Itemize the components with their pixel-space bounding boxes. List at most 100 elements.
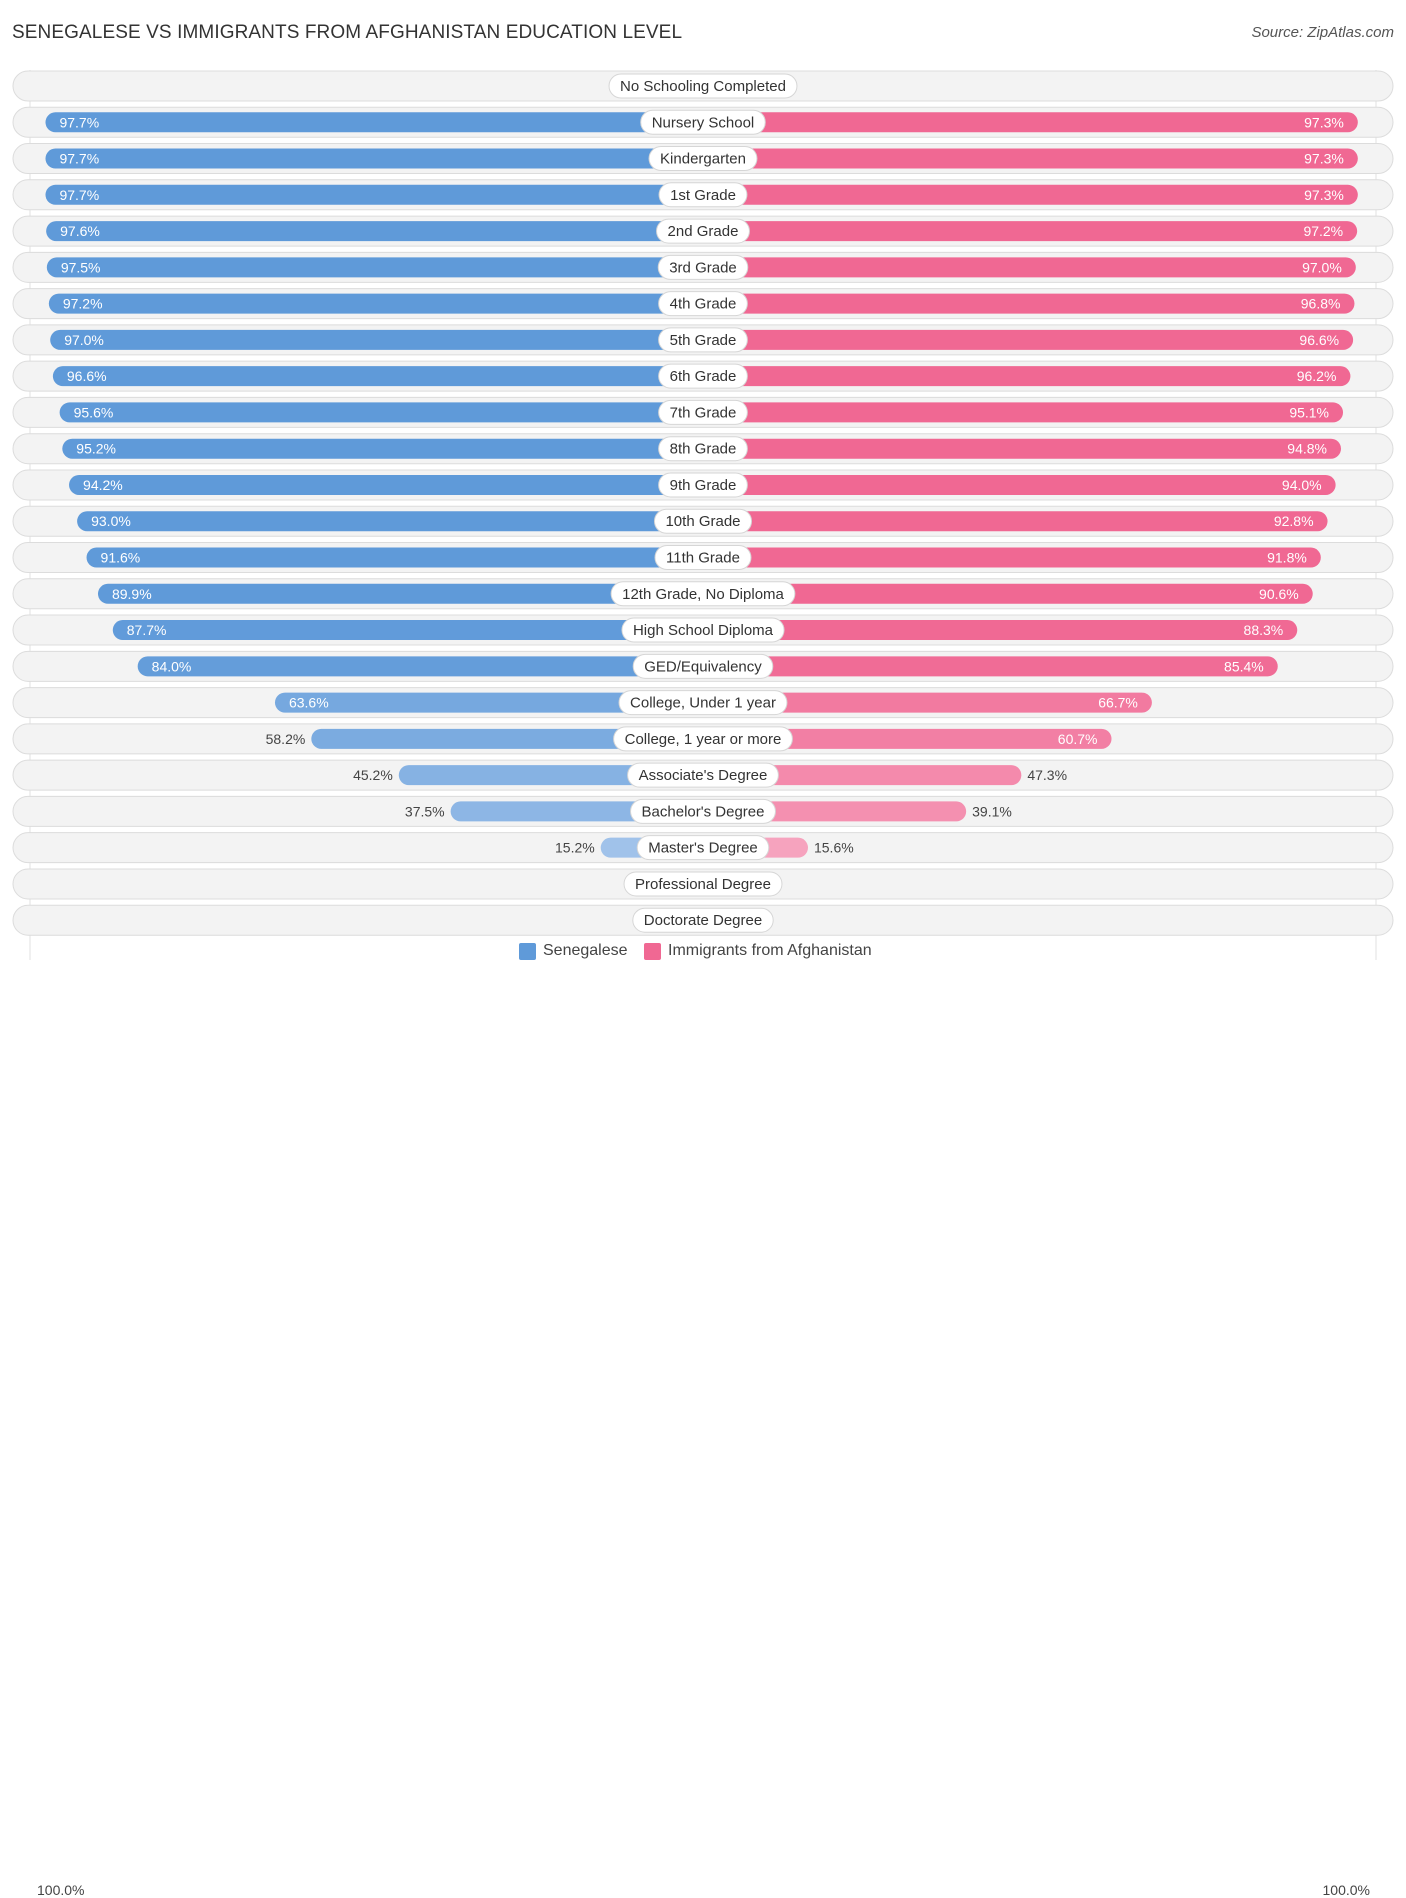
bar-afghanistan (703, 112, 1358, 133)
category-label: College, Under 1 year (630, 695, 776, 712)
bar-row: 84.0% 85.4% GED/Equivalency (12, 650, 1394, 682)
bar-row: 97.7% 97.3% Nursery School (12, 106, 1394, 138)
value-label-afghanistan: 88.3% (1244, 622, 1284, 638)
value-label-senegalese: 95.2% (76, 441, 116, 457)
bar-afghanistan (703, 511, 1328, 532)
bar-senegalese (48, 293, 704, 314)
value-label-afghanistan: 97.3% (1304, 187, 1344, 203)
category-label: Associate's Degree (639, 767, 768, 784)
legend-item-senegalese: Senegalese (519, 942, 628, 960)
bar-row: 94.2% 94.0% 9th Grade (12, 469, 1394, 501)
category-label: Kindergarten (660, 151, 746, 168)
value-label-senegalese: 97.6% (60, 223, 100, 239)
value-label-afghanistan: 97.0% (1302, 259, 1342, 275)
bar-row: 95.2% 94.8% 8th Grade (12, 433, 1394, 465)
bar-senegalese (46, 221, 704, 242)
bar-row: 37.5% 39.1% Bachelor's Degree (12, 795, 1394, 827)
value-label-senegalese: 15.2% (555, 840, 595, 856)
value-label-senegalese: 95.6% (74, 404, 114, 420)
bar-afghanistan (703, 329, 1354, 350)
category-label: High School Diploma (633, 622, 774, 639)
category-label: Professional Degree (635, 876, 771, 893)
bar-row: 63.6% 66.7% College, Under 1 year (12, 687, 1394, 719)
bar-row: 97.2% 96.8% 4th Grade (12, 288, 1394, 320)
bar-afghanistan (703, 438, 1342, 459)
category-label: 4th Grade (670, 296, 737, 313)
value-label-senegalese: 63.6% (289, 695, 329, 711)
value-label-senegalese: 97.2% (63, 296, 103, 312)
legend-swatch-senegalese (519, 942, 536, 960)
value-label-senegalese: 89.9% (112, 586, 152, 602)
value-label-afghanistan: 15.6% (814, 840, 854, 856)
value-label-afghanistan: 47.3% (1027, 767, 1067, 783)
bar-senegalese (59, 402, 703, 423)
category-label: Master's Degree (648, 840, 758, 857)
value-label-senegalese: 97.7% (59, 151, 99, 167)
bar-row: 87.7% 88.3% High School Diploma (12, 614, 1394, 646)
bar-senegalese (69, 474, 703, 495)
value-label-afghanistan: 60.7% (1058, 731, 1098, 747)
category-label: Doctorate Degree (644, 912, 762, 929)
value-label-senegalese: 58.2% (266, 731, 306, 747)
value-label-afghanistan: 94.0% (1282, 477, 1322, 493)
legend: 100.0% Senegalese Immigrants from Afghan… (0, 940, 1406, 1898)
bar-senegalese (62, 438, 703, 459)
bar-senegalese (50, 329, 703, 350)
value-label-afghanistan: 92.8% (1274, 513, 1314, 529)
bar-senegalese (45, 184, 703, 205)
bar-row: 97.0% 96.6% 5th Grade (12, 324, 1394, 356)
value-label-senegalese: 97.7% (59, 114, 99, 130)
value-label-senegalese: 97.0% (64, 332, 104, 348)
value-label-afghanistan: 94.8% (1287, 441, 1327, 457)
value-label-afghanistan: 91.8% (1267, 550, 1307, 566)
bar-senegalese (86, 547, 704, 568)
category-label: No Schooling Completed (620, 78, 786, 95)
axis-right-label: 100.0% (1322, 1882, 1370, 1898)
category-label: Bachelor's Degree (642, 803, 765, 820)
bar-row: 15.2% 15.6% Master's Degree (12, 832, 1394, 864)
bar-row: 4.6%4.5%Professional Degree (12, 868, 1394, 900)
bar-row: 89.9% 90.6% 12th Grade, No Diploma (12, 578, 1394, 610)
category-label: College, 1 year or more (625, 731, 782, 748)
value-label-senegalese: 94.2% (83, 477, 123, 493)
value-label-afghanistan: 90.6% (1259, 586, 1299, 602)
category-label: 2nd Grade (668, 223, 739, 240)
value-label-senegalese: 37.5% (405, 803, 445, 819)
category-label: GED/Equivalency (644, 658, 762, 675)
legend-item-afghanistan: Immigrants from Afghanistan (644, 942, 872, 960)
value-label-afghanistan: 97.3% (1304, 114, 1344, 130)
category-label: 10th Grade (665, 513, 740, 530)
diverging-bar-chart: 2.3%2.7%No Schooling Completed 97.7% 97.3%… (12, 70, 1394, 960)
value-label-senegalese: 45.2% (353, 767, 393, 783)
category-label: 3rd Grade (669, 259, 737, 276)
bar-senegalese (112, 620, 704, 641)
value-label-afghanistan: 97.3% (1304, 151, 1344, 167)
value-label-afghanistan: 95.1% (1289, 404, 1329, 420)
bar-row: 91.6% 91.8% 11th Grade (12, 542, 1394, 574)
bar-row: 97.6% 97.2% 2nd Grade (12, 215, 1394, 247)
bar-senegalese (45, 148, 703, 169)
category-label: 9th Grade (670, 477, 737, 494)
value-label-afghanistan: 96.8% (1301, 296, 1341, 312)
value-label-senegalese: 97.5% (61, 259, 101, 275)
bar-senegalese (45, 112, 703, 133)
bar-afghanistan (703, 620, 1298, 641)
category-label: 7th Grade (670, 404, 737, 421)
bar-afghanistan (703, 474, 1336, 495)
category-label: 5th Grade (670, 332, 737, 349)
category-label: 8th Grade (670, 441, 737, 458)
value-label-senegalese: 93.0% (91, 513, 131, 529)
value-label-afghanistan: 85.4% (1224, 658, 1264, 674)
value-label-senegalese: 87.7% (127, 622, 167, 638)
bar-row: 95.6% 95.1% 7th Grade (12, 396, 1394, 428)
value-label-senegalese: 96.6% (67, 368, 107, 384)
bar-row: 58.2% 60.7% College, 1 year or more (12, 723, 1394, 755)
bar-row: 97.5% 97.0% 3rd Grade (12, 251, 1394, 283)
bar-afghanistan (703, 221, 1358, 242)
bar-afghanistan (703, 257, 1356, 278)
bar-afghanistan (703, 366, 1351, 387)
category-label: 11th Grade (666, 550, 740, 567)
value-label-afghanistan: 97.2% (1303, 223, 1343, 239)
category-label: 12th Grade, No Diploma (622, 586, 784, 603)
bar-afghanistan (703, 402, 1344, 423)
